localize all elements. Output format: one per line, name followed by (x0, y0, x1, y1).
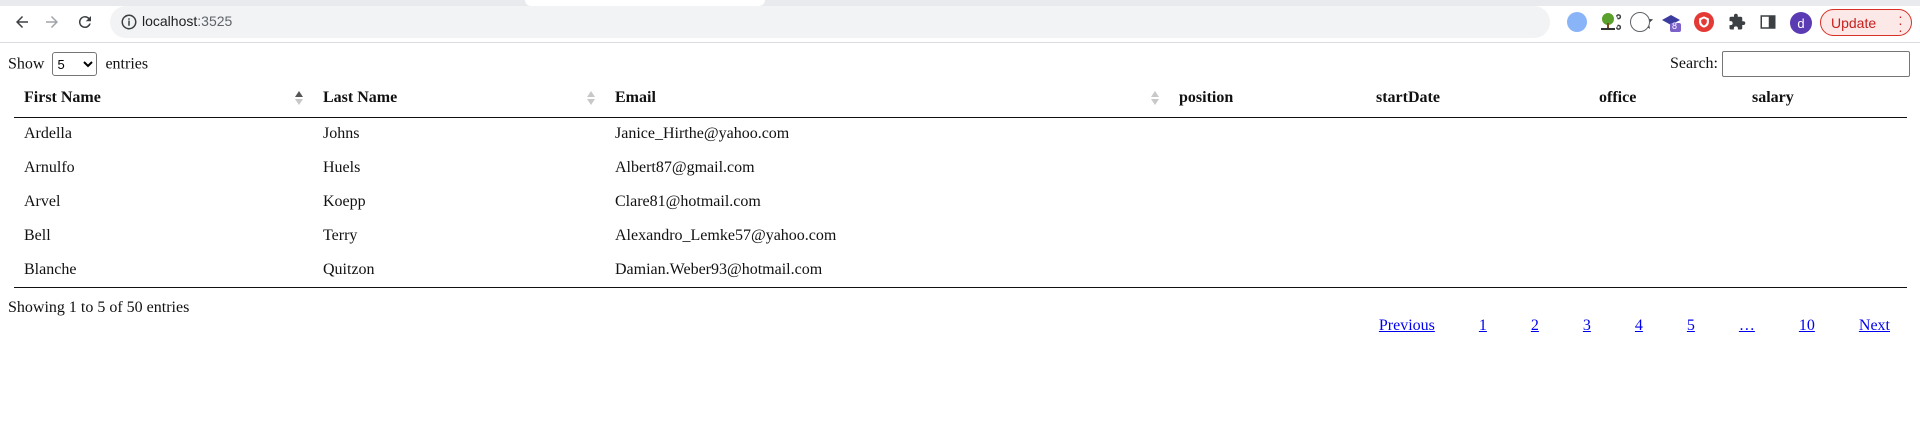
cell-last-name: Quitzon (313, 253, 605, 288)
sort-both-icon (587, 89, 595, 107)
cell-position (1169, 117, 1366, 151)
header-email[interactable]: Email (605, 79, 1169, 118)
forward-arrow-icon (46, 16, 58, 28)
cell-email: Janice_Hirthe@yahoo.com (615, 125, 790, 143)
cell-first-name: Ardella (24, 125, 72, 143)
search-input[interactable] (1722, 51, 1910, 77)
extension-badge: 8 (1672, 21, 1678, 31)
header-start-date: startDate (1366, 79, 1589, 118)
cell-salary (1742, 151, 1907, 185)
cell-start-date (1366, 117, 1589, 151)
cell-start-date (1366, 185, 1589, 219)
cell-last-name: Huels (323, 159, 361, 176)
page-link-3[interactable]: 3 (1573, 317, 1601, 335)
cell-email: Clare81@hotmail.com (615, 193, 761, 210)
address-bar[interactable]: localhost:3525 (110, 6, 1654, 38)
cell-position (1169, 253, 1366, 288)
cell-office (1589, 185, 1742, 219)
search-control: Search: (1670, 51, 1910, 77)
pagination: Previous 1 2 3 4 5 … 10 Next (1357, 317, 1920, 335)
cell-office (1589, 219, 1742, 253)
entries-select[interactable]: 5 (52, 52, 98, 76)
back-button[interactable] (10, 10, 34, 34)
table-row: Blanche Quitzon Damian.Weber93@hotmail.c… (14, 253, 1907, 288)
entries-label: entries (105, 55, 149, 73)
table-row: Arnulfo Huels Albert87@gmail.com (14, 151, 1907, 185)
menu-dots-icon[interactable]: · · · (1897, 9, 1903, 37)
search-label: Search: (1670, 55, 1718, 72)
header-first-name[interactable]: First Name (14, 79, 313, 118)
update-label: Update (1831, 14, 1877, 31)
url-text: localhost:3525 (142, 13, 232, 29)
extension-1-icon[interactable] (1567, 12, 1587, 32)
cell-position (1169, 185, 1366, 219)
page-link-10[interactable]: 10 (1789, 317, 1825, 335)
cell-last-name: Terry (323, 227, 358, 244)
previous-page-link[interactable]: Previous (1369, 317, 1445, 335)
cell-office (1589, 253, 1742, 288)
header-salary: salary (1742, 79, 1907, 118)
forward-button[interactable] (40, 10, 64, 34)
cell-salary (1742, 185, 1907, 219)
extension-code-icon[interactable] (1630, 12, 1650, 32)
table-row: Ardella Johns Janice_Hirthe@yahoo.com (14, 117, 1907, 151)
cell-first-name: Blanche (14, 253, 313, 288)
sort-asc-icon (295, 89, 303, 107)
cell-email: Damian.Weber93@hotmail.com (605, 253, 1169, 288)
update-button[interactable]: Update · · · (1820, 9, 1912, 37)
extensions-puzzle-icon[interactable] (1727, 12, 1747, 32)
profile-avatar[interactable]: d (1790, 12, 1812, 34)
url-host: localhost (142, 13, 198, 29)
cell-first-name: Arvel (24, 193, 61, 210)
extension-graduation-icon[interactable]: 8 (1661, 12, 1681, 32)
cell-position (1169, 219, 1366, 253)
header-position: position (1169, 79, 1366, 118)
cell-salary (1742, 253, 1907, 288)
cell-last-name: Koepp (323, 193, 366, 210)
table-info: Showing 1 to 5 of 50 entries (8, 299, 190, 316)
page-link-4[interactable]: 4 (1625, 317, 1653, 335)
data-table: First Name Last Name Email position star… (14, 79, 1907, 288)
table-header-row: First Name Last Name Email position star… (14, 79, 1907, 118)
header-label: Email (615, 88, 656, 106)
cell-position (1169, 151, 1366, 185)
next-page-link[interactable]: Next (1849, 317, 1900, 335)
url-port: :3525 (197, 13, 233, 29)
cell-start-date (1366, 151, 1589, 185)
extension-tree-icon[interactable] (1598, 12, 1618, 32)
extension-shield-icon[interactable] (1694, 12, 1714, 32)
cell-last-name: Johns (323, 125, 360, 143)
cell-first-name: Arnulfo (24, 159, 75, 176)
cell-start-date (1366, 219, 1589, 253)
header-label: Last Name (323, 88, 398, 106)
page-link-1[interactable]: 1 (1469, 317, 1497, 335)
cell-first-name: Bell (24, 227, 51, 244)
back-arrow-icon (16, 16, 28, 28)
site-info-icon[interactable] (120, 13, 138, 31)
table-row: Arvel Koepp Clare81@hotmail.com (14, 185, 1907, 219)
sort-both-icon (1151, 89, 1159, 107)
page-link-2[interactable]: 2 (1521, 317, 1549, 335)
side-panel-icon[interactable] (1758, 12, 1778, 32)
reload-button[interactable] (73, 10, 97, 34)
browser-toolbar: localhost:3525 8 d Update · · · (0, 0, 1920, 43)
cell-email: Albert87@gmail.com (615, 159, 755, 176)
page-ellipsis[interactable]: … (1729, 317, 1765, 335)
entries-length-control: Show 5 entries (8, 52, 148, 76)
cell-salary (1742, 219, 1907, 253)
page-link-5[interactable]: 5 (1677, 317, 1705, 335)
header-office: office (1589, 79, 1742, 118)
show-label: Show (8, 55, 45, 73)
cell-office (1589, 117, 1742, 151)
table-row: Bell Terry Alexandro_Lemke57@yahoo.com (14, 219, 1907, 253)
cell-start-date (1366, 253, 1589, 288)
header-label: First Name (24, 88, 101, 106)
cell-salary (1742, 117, 1907, 151)
cell-email: Alexandro_Lemke57@yahoo.com (615, 227, 837, 244)
header-last-name[interactable]: Last Name (313, 79, 605, 118)
reload-icon (78, 16, 91, 29)
cell-office (1589, 151, 1742, 185)
